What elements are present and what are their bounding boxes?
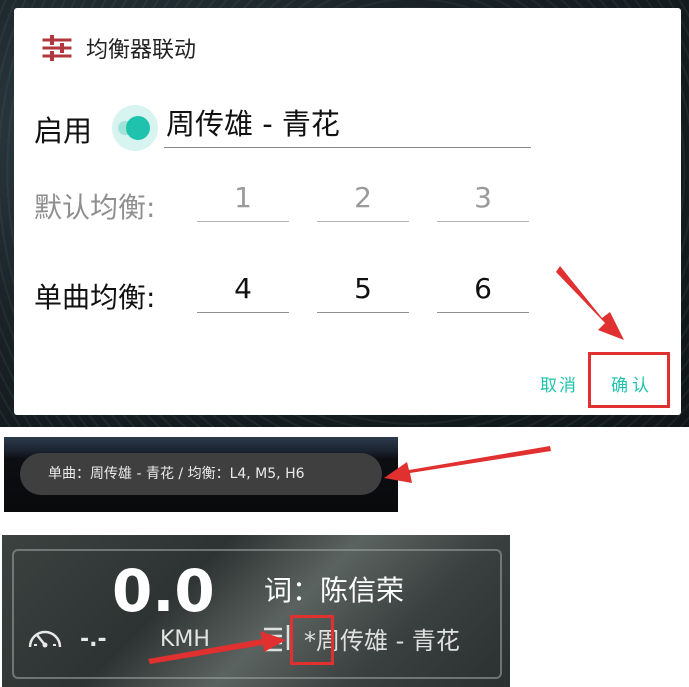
dialog-header: 均衡器联动: [42, 32, 196, 64]
gauge-value: -.-: [80, 627, 107, 652]
equalizer-dialog: 均衡器联动 启用 周传雄 - 青花 默认均衡: 1 2 3 单曲均衡: 4 5 …: [14, 8, 681, 415]
enable-label: 启用: [34, 114, 93, 148]
hud-frame: [12, 549, 502, 679]
enable-toggle[interactable]: [112, 105, 158, 151]
cancel-button[interactable]: 取消: [540, 371, 578, 396]
dialog-title: 均衡器联动: [86, 38, 197, 63]
toggle-knob: [126, 116, 150, 140]
default-eq-high-field[interactable]: 3: [437, 178, 529, 222]
eq-toast: 单曲：周传雄 - 青花 / 均衡：L4, M5, H6: [20, 453, 382, 495]
default-eq-mid-field[interactable]: 2: [317, 178, 409, 222]
song-name-field[interactable]: 周传雄 - 青花: [164, 104, 531, 148]
star-highlight-box: [290, 615, 334, 665]
toast-screenshot: 单曲：周传雄 - 青花 / 均衡：L4, M5, H6: [4, 437, 398, 512]
single-eq-label: 单曲均衡:: [34, 281, 156, 314]
equalizer-icon: [42, 35, 72, 61]
speed-value: 0.0: [112, 557, 215, 625]
default-eq-label: 默认均衡:: [34, 191, 156, 224]
default-eq-low-field[interactable]: 1: [197, 178, 289, 222]
speed-unit: KMH: [160, 627, 210, 652]
confirm-highlight-box: [588, 352, 670, 408]
arrow-to-toast: [384, 446, 551, 483]
single-eq-low-field[interactable]: 4: [197, 269, 289, 313]
driving-hud-screenshot: 0.0 KMH -.- 词：陈信荣 *周传雄 - 青花: [2, 535, 510, 687]
single-eq-high-field[interactable]: 6: [437, 269, 529, 313]
single-eq-mid-field[interactable]: 5: [317, 269, 409, 313]
lyric-line: 词：陈信荣: [264, 574, 405, 607]
equalizer-dialog-screenshot: 均衡器联动 启用 周传雄 - 青花 默认均衡: 1 2 3 单曲均衡: 4 5 …: [0, 0, 689, 427]
speedometer-icon: [28, 630, 62, 648]
